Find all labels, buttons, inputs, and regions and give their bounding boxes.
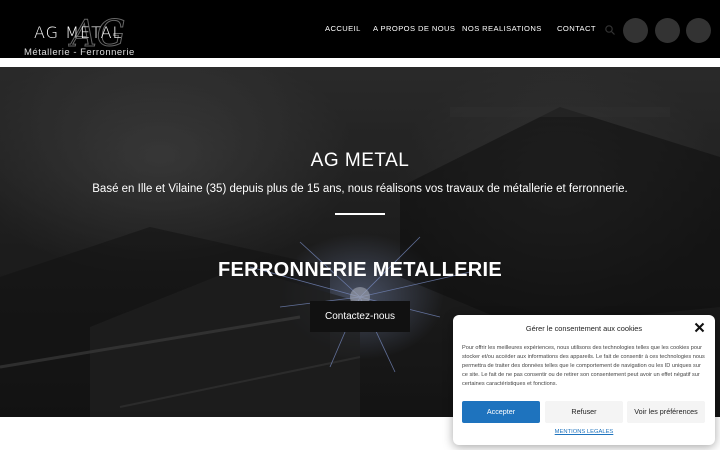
social-icon-2[interactable]: [655, 18, 680, 43]
header-gap: [0, 58, 720, 67]
cookie-preferences-button[interactable]: Voir les préférences: [627, 401, 705, 423]
hero-heading: FERRONNERIE METALLERIE: [217, 259, 502, 281]
hero-divider: [335, 213, 385, 215]
hero-subtitle: Basé en Ille et Vilaine (35) depuis plus…: [92, 183, 628, 195]
site-logo[interactable]: AG AG METAL Métallerie - Ferronnerie: [24, 8, 144, 59]
nav-item-accueil[interactable]: ACCUEIL: [325, 24, 361, 38]
accept-cookies-button[interactable]: Accepter: [462, 401, 540, 423]
contact-button[interactable]: Contactez-nous: [310, 301, 410, 332]
refuse-cookies-button[interactable]: Refuser: [545, 401, 623, 423]
logo-title: AG METAL: [34, 23, 123, 42]
legal-notice-link[interactable]: MENTIONS LEGALES: [453, 429, 715, 435]
cookie-title: Gérer le consentement aux cookies: [525, 324, 643, 333]
search-icon[interactable]: [604, 24, 616, 36]
social-icon-3[interactable]: [686, 18, 711, 43]
cookie-body-text: Pour offrir les meilleures expériences, …: [462, 345, 705, 388]
social-icon-1[interactable]: [623, 18, 648, 43]
nav-item-contact[interactable]: CONTACT: [557, 24, 596, 38]
site-header: AG AG METAL Métallerie - Ferronnerie ACC…: [0, 0, 720, 58]
hero-title: AG METAL: [310, 150, 410, 171]
logo-subtitle: Métallerie - Ferronnerie: [24, 47, 135, 58]
nav-item-realisations[interactable]: NOS REALISATIONS: [462, 24, 542, 38]
close-icon[interactable]: [694, 322, 705, 333]
cookie-consent-dialog: Gérer le consentement aux cookies Pour o…: [453, 315, 715, 445]
nav-item-a-propos[interactable]: A PROPOS DE NOUS: [373, 24, 455, 38]
